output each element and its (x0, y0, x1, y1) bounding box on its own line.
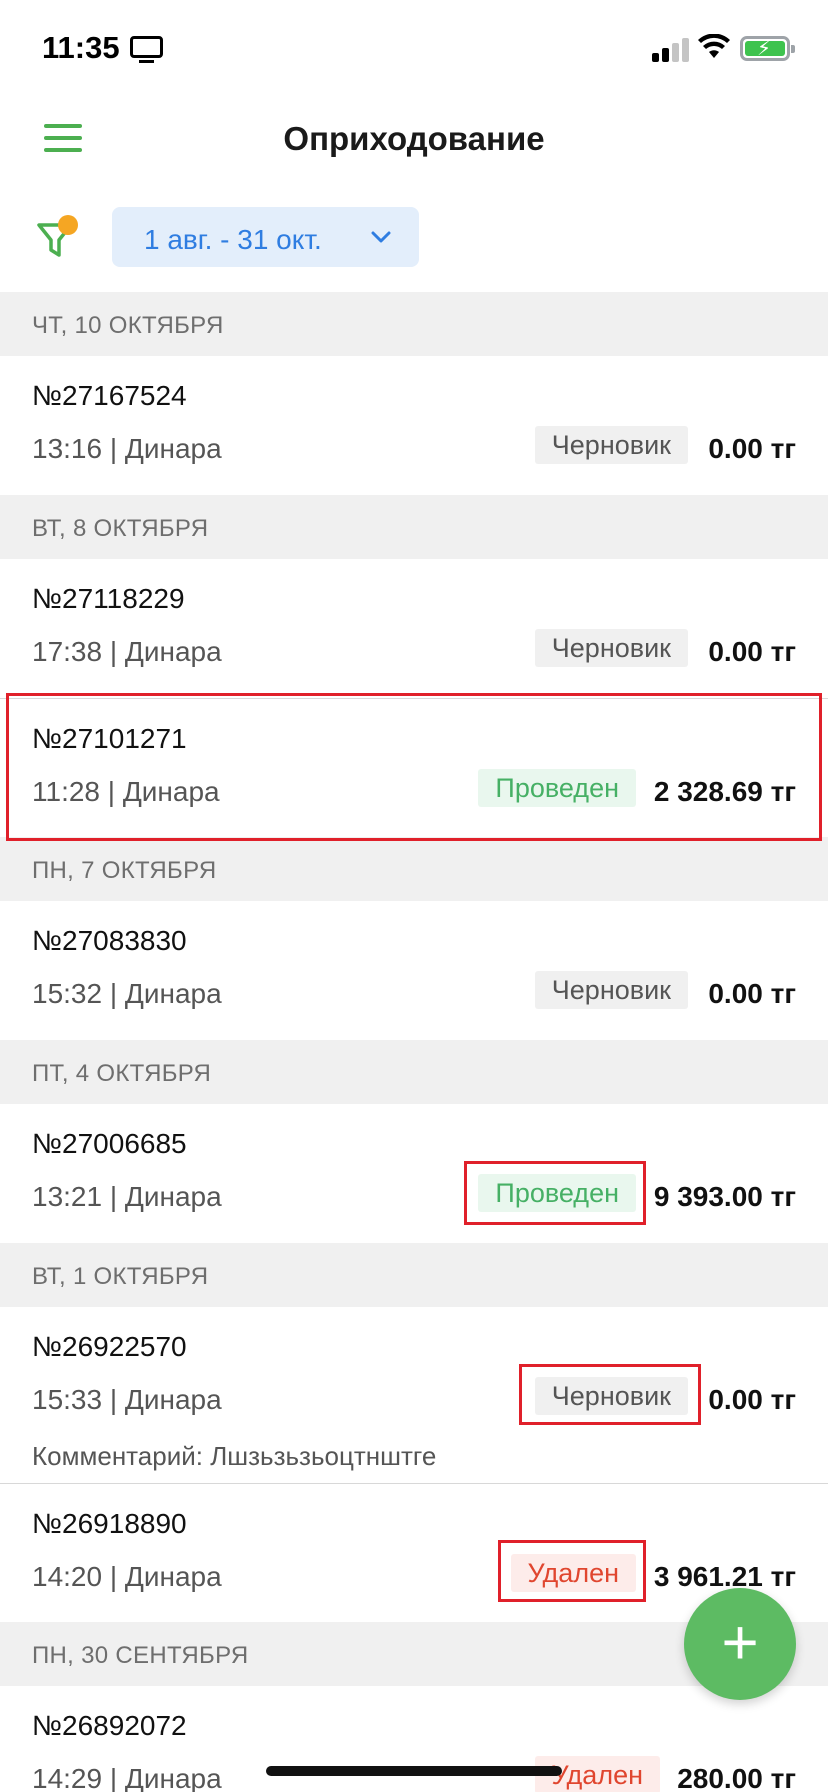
document-number: №27167524 (32, 380, 187, 411)
list-item[interactable]: №27118229 17:38 | Динара Черновик 0.00 т… (0, 559, 828, 698)
document-comment: Комментарий: Лшзьзьзьоцтнштге (32, 1441, 437, 1471)
status-badge: Удален (510, 1554, 636, 1592)
section-header: ЧТ, 10 ОКТЯБРЯ (0, 292, 828, 356)
date-range-label: 1 авг. - 31 окт. (144, 224, 322, 255)
document-amount: 0.00 тг (708, 636, 796, 667)
section-header: ПН, 7 ОКТЯБРЯ (0, 837, 828, 901)
battery-charging-icon: ⚡ (740, 36, 795, 61)
status-badge: Черновик (534, 426, 688, 464)
section-header: ВТ, 8 ОКТЯБРЯ (0, 495, 828, 559)
document-number: №27101271 (32, 723, 187, 754)
list-item[interactable]: №26892072 14:29 | Динара Удален 280.00 т… (0, 1686, 828, 1792)
status-badge: Проведен (478, 1174, 636, 1212)
add-button[interactable]: + (684, 1588, 796, 1700)
section-header: ПТ, 4 ОКТЯБРЯ (0, 1040, 828, 1104)
plus-icon: + (721, 1606, 759, 1678)
status-badge: Проведен (478, 769, 636, 807)
document-amount: 0.00 тг (708, 433, 796, 464)
page-title: Оприходование (283, 120, 545, 157)
filter-active-dot (58, 215, 78, 235)
list-item[interactable]: №27006685 13:21 | Динара Проведен 9 393.… (0, 1104, 828, 1243)
list-item[interactable]: №27083830 15:32 | Динара Черновик 0.00 т… (0, 901, 828, 1040)
status-time: 11:35 (42, 30, 120, 65)
cellular-signal-icon (652, 38, 692, 62)
document-meta: 15:33 | Динара (32, 1384, 222, 1415)
date-range-selector[interactable]: 1 авг. - 31 окт. (112, 207, 419, 267)
list-item[interactable]: №27167524 13:16 | Динара Черновик 0.00 т… (0, 356, 828, 495)
document-amount: 3 961.21 тг (653, 1561, 796, 1592)
document-meta: 14:20 | Динара (32, 1561, 222, 1592)
document-number: №27118229 (32, 583, 185, 614)
wifi-icon (698, 34, 730, 58)
list-item[interactable]: №26922570 15:33 | Динара Черновик 0.00 т… (0, 1307, 828, 1483)
list-item[interactable]: №27101271 11:28 | Динара Проведен 2 328.… (0, 698, 828, 837)
status-bar: 11:35 ⚡ (0, 0, 828, 100)
document-number: №26922570 (32, 1331, 187, 1362)
document-meta: 13:21 | Динара (32, 1181, 222, 1212)
document-number: №27006685 (32, 1128, 187, 1159)
filter-row: 1 авг. - 31 окт. (0, 205, 828, 270)
document-number: №26892072 (32, 1710, 187, 1741)
document-meta: 11:28 | Динара (32, 776, 220, 807)
status-badge: Черновик (534, 1377, 688, 1415)
app-header: Оприходование (0, 100, 828, 180)
section-header: ВТ, 1 ОКТЯБРЯ (0, 1243, 828, 1307)
chevron-down-icon (371, 231, 391, 243)
document-meta: 14:29 | Динара (32, 1763, 222, 1792)
document-amount: 9 393.00 тг (653, 1181, 796, 1212)
screen-mirroring-icon (130, 36, 163, 63)
document-meta: 15:32 | Динара (32, 978, 222, 1009)
document-amount: 280.00 тг (677, 1763, 796, 1792)
document-amount: 0.00 тг (708, 1384, 796, 1415)
document-meta: 17:38 | Динара (32, 636, 222, 667)
document-number: №27083830 (32, 925, 187, 956)
status-badge: Черновик (534, 971, 688, 1009)
document-list: ЧТ, 10 ОКТЯБРЯ №27167524 13:16 | Динара … (0, 292, 828, 1792)
status-badge: Черновик (534, 629, 688, 667)
home-indicator[interactable] (266, 1766, 562, 1776)
document-amount: 2 328.69 тг (653, 776, 796, 807)
document-number: №26918890 (32, 1508, 187, 1539)
document-amount: 0.00 тг (708, 978, 796, 1009)
document-meta: 13:16 | Динара (32, 433, 222, 464)
